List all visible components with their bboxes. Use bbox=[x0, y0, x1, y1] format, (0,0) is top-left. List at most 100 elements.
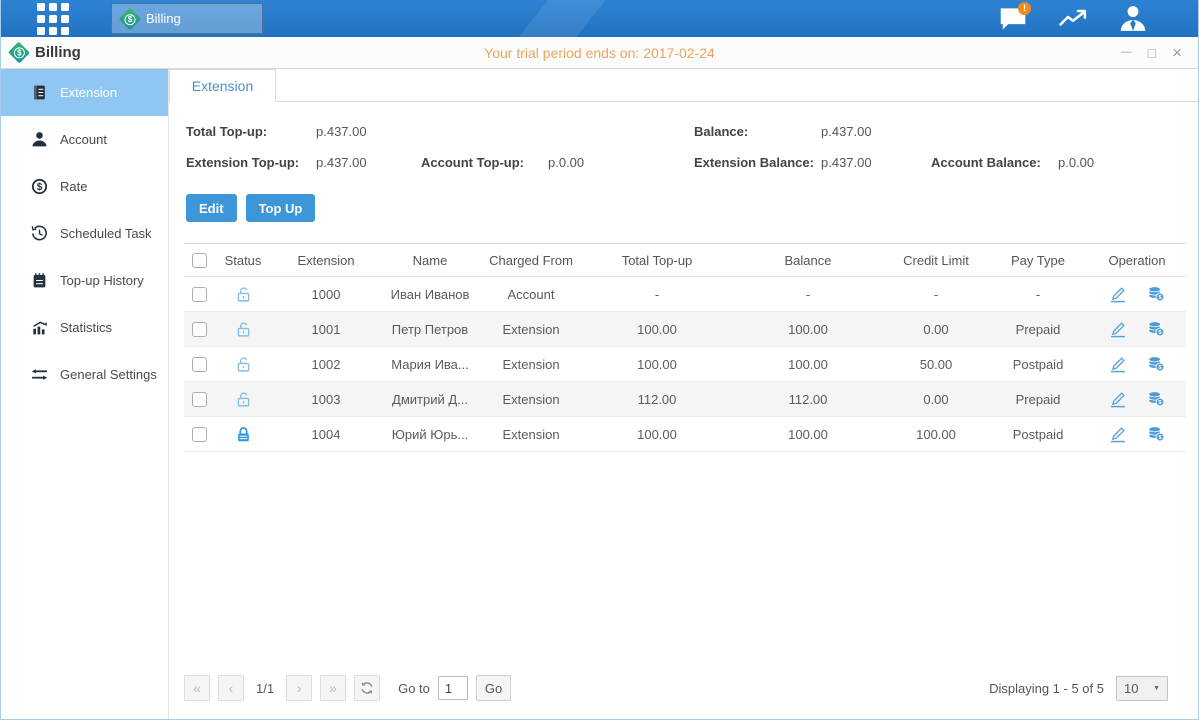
resource-monitor-icon[interactable] bbox=[1058, 6, 1088, 32]
row-checkbox[interactable] bbox=[192, 322, 207, 337]
page-size-dropdown[interactable]: 10 ▼ bbox=[1116, 676, 1168, 701]
edit-pencil-icon[interactable] bbox=[1109, 425, 1127, 443]
minimize-button[interactable]: — bbox=[1121, 47, 1132, 58]
credit-limit-cell: 100.00 bbox=[884, 417, 988, 452]
edit-pencil-icon[interactable] bbox=[1109, 285, 1127, 303]
edit-pencil-icon[interactable] bbox=[1109, 390, 1127, 408]
sidebar-item-rate[interactable]: $ Rate bbox=[1, 163, 168, 210]
locked-icon[interactable] bbox=[235, 425, 252, 440]
titlebar: $ Billing Your trial period ends on: 201… bbox=[1, 37, 1198, 69]
page-indicator: 1/1 bbox=[252, 681, 278, 696]
name-cell: Петр Петров bbox=[380, 312, 480, 347]
notebook-icon bbox=[31, 272, 48, 289]
total-topup-value: p.437.00 bbox=[316, 124, 367, 139]
total-topup-cell: - bbox=[582, 277, 732, 312]
extension-cell: 1001 bbox=[272, 312, 380, 347]
column-header: Charged From bbox=[480, 244, 582, 277]
sidebar-item-account[interactable]: Account bbox=[1, 116, 168, 163]
extension-balance-value: p.437.00 bbox=[821, 155, 931, 170]
pay-type-cell: Postpaid bbox=[988, 347, 1088, 382]
topup-button[interactable]: Top Up bbox=[246, 194, 316, 222]
sidebar-item-extension[interactable]: Extension bbox=[1, 69, 168, 116]
select-all-checkbox[interactable] bbox=[192, 253, 207, 268]
balance-cell: 100.00 bbox=[732, 312, 884, 347]
topbar-billing-tab[interactable]: $ Billing bbox=[111, 3, 263, 34]
window-title-text: Billing bbox=[35, 44, 81, 61]
table-header-row: StatusExtensionNameCharged FromTotal Top… bbox=[184, 244, 1186, 277]
unlocked-icon[interactable] bbox=[235, 390, 252, 405]
close-button[interactable]: × bbox=[1172, 44, 1182, 61]
topbar-tab-label: Billing bbox=[146, 11, 181, 26]
extension-cell: 1003 bbox=[272, 382, 380, 417]
table-row: 1003 Дмитрий Д... Extension 112.00 112.0… bbox=[184, 382, 1186, 417]
row-checkbox[interactable] bbox=[192, 392, 207, 407]
unlocked-icon[interactable] bbox=[235, 320, 252, 335]
topup-coins-icon[interactable]: $ bbox=[1147, 355, 1165, 373]
transfer-arrows-icon bbox=[31, 366, 48, 383]
operation-cell: $ bbox=[1088, 382, 1186, 417]
maximize-button[interactable]: □ bbox=[1148, 46, 1156, 60]
credit-limit-cell: - bbox=[884, 277, 988, 312]
pay-type-cell: Postpaid bbox=[988, 417, 1088, 452]
tab-extension[interactable]: Extension bbox=[169, 69, 276, 102]
billing-window: $ Billing ! $ bbox=[0, 0, 1199, 720]
pay-type-cell: Prepaid bbox=[988, 312, 1088, 347]
charged-from-cell: Account bbox=[480, 277, 582, 312]
apps-grid-icon[interactable] bbox=[37, 3, 69, 35]
sidebar-item-statistics[interactable]: Statistics bbox=[1, 304, 168, 351]
messages-icon[interactable]: ! bbox=[998, 6, 1028, 32]
column-header: Balance bbox=[732, 244, 884, 277]
topup-coins-icon[interactable]: $ bbox=[1147, 285, 1165, 303]
credit-limit-cell: 0.00 bbox=[884, 312, 988, 347]
column-header: Status bbox=[214, 244, 272, 277]
edit-pencil-icon[interactable] bbox=[1109, 355, 1127, 373]
last-page-button[interactable]: » bbox=[320, 675, 346, 701]
credit-limit-cell: 50.00 bbox=[884, 347, 988, 382]
extension-cell: 1004 bbox=[272, 417, 380, 452]
user-account-icon[interactable] bbox=[1118, 6, 1148, 32]
svg-text:$: $ bbox=[37, 182, 43, 193]
sidebar: Extension Account $ Rate Scheduled Task … bbox=[1, 69, 169, 719]
account-balance-value: p.0.00 bbox=[1058, 155, 1094, 170]
column-header: Operation bbox=[1088, 244, 1186, 277]
unlocked-icon[interactable] bbox=[235, 285, 252, 300]
topup-coins-icon[interactable]: $ bbox=[1147, 425, 1165, 443]
person-icon bbox=[31, 131, 48, 148]
go-button[interactable]: Go bbox=[476, 675, 511, 701]
sidebar-item-top-up-history[interactable]: Top-up History bbox=[1, 257, 168, 304]
edit-button[interactable]: Edit bbox=[186, 194, 237, 222]
sidebar-item-general-settings[interactable]: General Settings bbox=[1, 351, 168, 398]
charged-from-cell: Extension bbox=[480, 382, 582, 417]
refresh-button[interactable] bbox=[354, 675, 380, 701]
trial-notice: Your trial period ends on: 2017-02-24 bbox=[1, 45, 1198, 61]
name-cell: Юрий Юрь... bbox=[380, 417, 480, 452]
total-topup-cell: 100.00 bbox=[582, 417, 732, 452]
goto-label: Go to bbox=[398, 681, 430, 696]
next-page-button[interactable]: › bbox=[286, 675, 312, 701]
billing-app-icon: $ bbox=[119, 7, 142, 30]
unlocked-icon[interactable] bbox=[235, 355, 252, 370]
edit-pencil-icon[interactable] bbox=[1109, 320, 1127, 338]
row-checkbox[interactable] bbox=[192, 427, 207, 442]
window-title: $ Billing bbox=[11, 44, 81, 61]
topup-coins-icon[interactable]: $ bbox=[1147, 390, 1165, 408]
extension-topup-value: p.437.00 bbox=[316, 155, 421, 170]
row-checkbox[interactable] bbox=[192, 287, 207, 302]
name-cell: Дмитрий Д... bbox=[380, 382, 480, 417]
clock-icon bbox=[31, 225, 48, 242]
operation-cell: $ bbox=[1088, 277, 1186, 312]
column-header: Credit Limit bbox=[884, 244, 988, 277]
table-row: 1000 Иван Иванов Account - - - - bbox=[184, 277, 1186, 312]
prev-page-button[interactable]: ‹ bbox=[218, 675, 244, 701]
row-checkbox[interactable] bbox=[192, 357, 207, 372]
topbar-icons: ! bbox=[998, 6, 1148, 32]
column-header: Name bbox=[380, 244, 480, 277]
pay-type-cell: Prepaid bbox=[988, 382, 1088, 417]
first-page-button[interactable]: « bbox=[184, 675, 210, 701]
table-row: 1001 Петр Петров Extension 100.00 100.00… bbox=[184, 312, 1186, 347]
name-cell: Иван Иванов bbox=[380, 277, 480, 312]
sidebar-item-scheduled-task[interactable]: Scheduled Task bbox=[1, 210, 168, 257]
goto-page-input[interactable] bbox=[438, 676, 468, 700]
topup-coins-icon[interactable]: $ bbox=[1147, 320, 1165, 338]
tab-strip: Extension bbox=[169, 69, 1198, 102]
